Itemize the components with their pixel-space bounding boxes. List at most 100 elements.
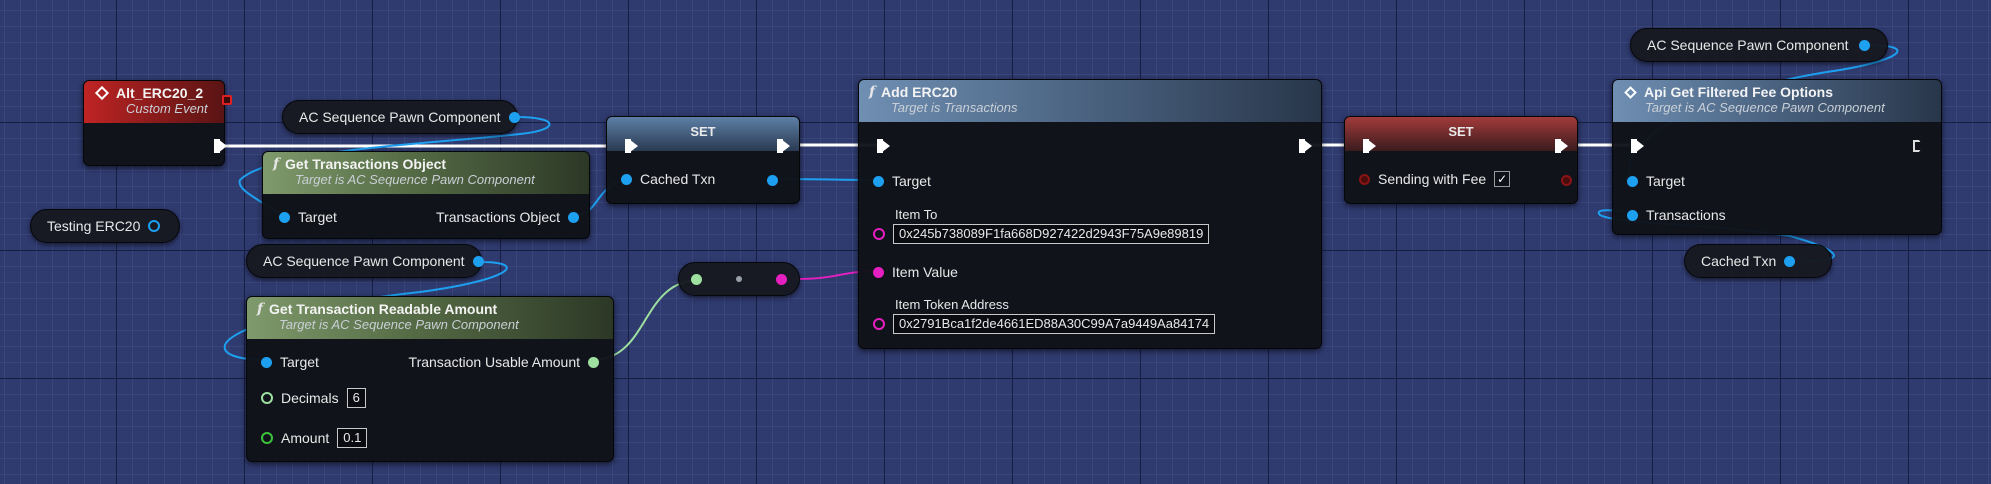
exec-in-pin[interactable] xyxy=(625,139,638,153)
pawn-component-var-1[interactable]: AC Sequence Pawn Component xyxy=(282,100,520,134)
pin-label: Transactions xyxy=(1646,207,1726,223)
string-pin-icon[interactable] xyxy=(776,273,787,285)
pawn-component-var-2[interactable]: AC Sequence Pawn Component xyxy=(246,244,484,278)
pin-label: Decimals xyxy=(281,390,339,406)
exec-out-pin[interactable] xyxy=(214,139,227,153)
pin-label: Item To xyxy=(895,207,938,222)
pin-label: Sending with Fee xyxy=(1378,171,1487,187)
event-subtitle: Custom Event xyxy=(126,101,208,116)
pin-label: Transactions Object xyxy=(436,209,560,225)
transactions-pin[interactable]: Transactions xyxy=(1627,207,1726,223)
decimals-input[interactable]: 6 xyxy=(346,388,366,408)
item-token-address-pin[interactable]: 0x2791Bca1f2de4661ED88A30C99A7a9449Aa841… xyxy=(873,314,1216,334)
pin-label: Item Token Address xyxy=(895,297,1009,312)
pawn-component-var-3[interactable]: AC Sequence Pawn Component xyxy=(1630,28,1888,62)
add-erc20-node[interactable]: f Add ERC20 Target is Transactions Target… xyxy=(858,79,1322,349)
cached-txn-var[interactable]: Cached Txn xyxy=(1684,244,1832,278)
object-out-pin[interactable] xyxy=(1858,39,1870,51)
var-label: AC Sequence Pawn Component xyxy=(299,109,501,125)
node-header: f Add ERC20 Target is Transactions xyxy=(859,80,1321,122)
object-pin-icon xyxy=(621,173,632,185)
float-pin-icon xyxy=(588,356,599,368)
target-pin[interactable]: Target xyxy=(261,354,319,370)
pin-label: Target xyxy=(892,173,931,189)
object-out-pin[interactable] xyxy=(472,255,484,267)
object-pin-icon xyxy=(1627,209,1638,221)
node-subtitle: Target is AC Sequence Pawn Component xyxy=(1645,100,1885,115)
node-title: Add ERC20 xyxy=(881,84,958,100)
custom-event-node[interactable]: Alt_ERC20_2 Custom Event xyxy=(83,80,232,166)
item-token-address-label-row: Item Token Address xyxy=(895,297,1009,312)
event-diamond-icon xyxy=(94,85,110,101)
pin-label: Target xyxy=(1646,173,1685,189)
exec-out-pin[interactable] xyxy=(1913,140,1923,152)
function-icon: f xyxy=(257,301,264,317)
exec-in-pin[interactable] xyxy=(877,139,890,153)
get-transactions-object-node[interactable]: f Get Transactions Object Target is AC Se… xyxy=(262,151,590,239)
node-subtitle: Target is AC Sequence Pawn Component xyxy=(295,172,535,187)
object-out-pin[interactable] xyxy=(767,175,778,186)
function-icon: f xyxy=(273,156,280,172)
pin-label: Amount xyxy=(281,430,330,446)
set-cached-txn-node[interactable]: SET Cached Txn xyxy=(606,116,800,204)
float-pin-icon[interactable] xyxy=(691,273,702,285)
node-title: Get Transactions Object xyxy=(285,156,447,172)
pin-label: Item Value xyxy=(892,264,958,280)
item-to-pin[interactable]: 0x245b738089F1fa668D927422d2943F75A9e898… xyxy=(873,224,1210,244)
node-title: Api Get Filtered Fee Options xyxy=(1644,84,1834,100)
testing-erc20-var[interactable]: Testing ERC20 xyxy=(30,209,180,243)
exec-out-pin[interactable] xyxy=(1299,139,1312,153)
node-header: f Get Transactions Object Target is AC Se… xyxy=(263,152,589,194)
item-to-input[interactable]: 0x245b738089F1fa668D927422d2943F75A9e898… xyxy=(893,224,1210,244)
object-out-pin[interactable] xyxy=(1784,255,1796,267)
conversion-node[interactable] xyxy=(678,262,800,296)
item-token-address-input[interactable]: 0x2791Bca1f2de4661ED88A30C99A7a9449Aa841… xyxy=(893,314,1216,334)
object-out-pin[interactable] xyxy=(148,220,161,232)
get-transaction-readable-amount-node[interactable]: f Get Transaction Readable Amount Target … xyxy=(246,296,614,462)
exec-out-pin[interactable] xyxy=(777,139,790,153)
string-pin-icon xyxy=(873,228,885,240)
exec-out-pin[interactable] xyxy=(1555,139,1568,153)
amount-input[interactable]: 0.1 xyxy=(337,428,368,448)
delegate-pin[interactable] xyxy=(222,95,232,105)
sending-with-fee-pin[interactable]: Sending with Fee ✓ xyxy=(1359,171,1511,187)
cached-txn-pin[interactable]: Cached Txn xyxy=(621,171,715,187)
api-get-filtered-fee-options-node[interactable]: Api Get Filtered Fee Options Target is A… xyxy=(1612,79,1942,235)
latent-function-icon xyxy=(1624,85,1637,99)
set-header: SET xyxy=(1345,117,1577,151)
event-title: Alt_ERC20_2 xyxy=(116,85,204,101)
object-pin-icon xyxy=(873,175,884,187)
object-pin-icon xyxy=(279,211,290,223)
item-value-pin[interactable]: Item Value xyxy=(873,264,958,280)
pin-label: Target xyxy=(280,354,319,370)
object-pin-icon xyxy=(261,356,272,368)
object-out-pin[interactable] xyxy=(508,111,520,123)
conversion-dot-icon xyxy=(736,276,742,282)
bool-pin-icon xyxy=(1359,173,1370,185)
target-pin[interactable]: Target xyxy=(279,209,337,225)
object-pin-icon xyxy=(568,211,579,223)
target-pin[interactable]: Target xyxy=(1627,173,1685,189)
node-header: f Get Transaction Readable Amount Target … xyxy=(247,297,613,339)
node-subtitle: Target is Transactions xyxy=(891,100,1018,115)
var-label: AC Sequence Pawn Component xyxy=(263,253,465,269)
bool-out-pin[interactable] xyxy=(1561,175,1572,186)
event-header: Alt_ERC20_2 Custom Event xyxy=(84,81,224,123)
set-sending-fee-node[interactable]: SET Sending with Fee ✓ xyxy=(1344,116,1578,204)
function-icon: f xyxy=(869,84,876,100)
pin-label: Target xyxy=(298,209,337,225)
target-pin[interactable]: Target xyxy=(873,173,931,189)
object-pin-icon xyxy=(1627,175,1638,187)
transaction-usable-amount-pin[interactable]: Transaction Usable Amount xyxy=(409,354,599,370)
var-label: AC Sequence Pawn Component xyxy=(1647,37,1849,53)
amount-pin[interactable]: Amount 0.1 xyxy=(261,428,368,448)
exec-in-pin[interactable] xyxy=(1631,139,1644,153)
exec-in-pin[interactable] xyxy=(1363,139,1376,153)
sending-with-fee-checkbox[interactable]: ✓ xyxy=(1494,171,1511,187)
transactions-object-pin[interactable]: Transactions Object xyxy=(436,209,579,225)
var-label: Testing ERC20 xyxy=(47,218,141,234)
var-label: Cached Txn xyxy=(1701,253,1777,269)
decimals-pin[interactable]: Decimals 6 xyxy=(261,388,366,408)
node-header: Api Get Filtered Fee Options Target is A… xyxy=(1613,80,1941,122)
node-title: Get Transaction Readable Amount xyxy=(269,301,498,317)
